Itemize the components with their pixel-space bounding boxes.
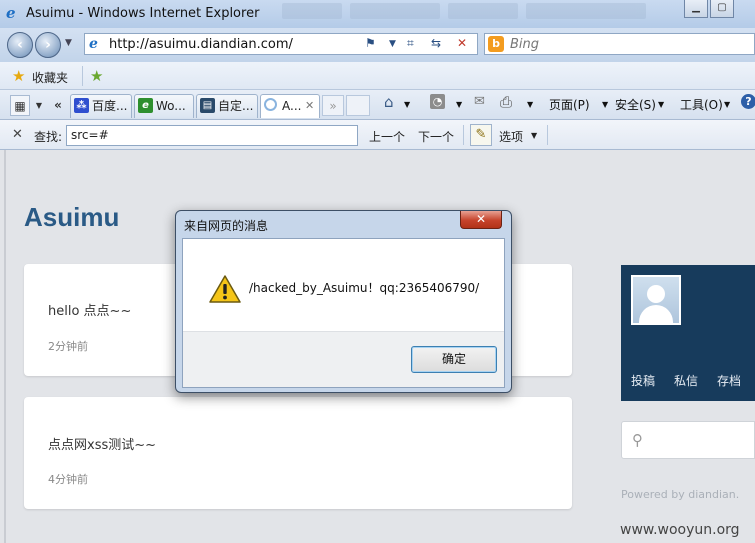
profile-panel: 投稿 私信 存档 [621, 265, 755, 401]
address-field[interactable]: e http://asuimu.diandian.com/ ⚑ ▼ ⌗ ⇆ ✕ [84, 33, 478, 55]
window-title-bar: e Asuimu - Windows Internet Explorer ▁ ▢ [0, 0, 755, 28]
quick-tabs-icon[interactable]: ▦ [10, 95, 30, 116]
minimize-icon[interactable]: ▁ [684, 0, 708, 18]
maximize-icon[interactable]: ▢ [710, 0, 734, 18]
tab-bar: ▦ ▼ « ⁂ 百度... e Wo... ▤ 自定... A... ✕ » ⌂… [0, 90, 755, 120]
tab-wo[interactable]: e Wo... [134, 94, 194, 118]
ok-button[interactable]: 确定 [411, 346, 497, 373]
favorites-label[interactable]: 收藏夹 [32, 69, 68, 86]
refresh-icon[interactable]: ⇆ [431, 36, 441, 50]
sidebar-search-input[interactable]: ⚲ [621, 421, 755, 459]
address-dropdown-icon[interactable]: ▼ [389, 39, 396, 49]
post-time[interactable]: 2分钟前 [48, 338, 88, 354]
close-tab-icon[interactable]: ✕ [305, 95, 314, 117]
alert-dialog: 来自网页的消息 ✕ /hacked_by_Asuimu！qq:236540679… [175, 210, 512, 393]
powered-by[interactable]: Powered by diandian. [621, 488, 739, 501]
history-dropdown-icon[interactable]: ▼ [65, 38, 72, 48]
new-tab-button[interactable] [346, 95, 370, 116]
find-next-button[interactable]: 下一个 [418, 128, 454, 145]
search-icon: ⚲ [632, 431, 643, 449]
avatar[interactable] [631, 275, 681, 325]
tools-menu[interactable]: 工具(O) [680, 96, 723, 113]
favorites-bar: ★ 收藏夹 ★ [0, 62, 755, 90]
dialog-footer: 确定 [183, 331, 504, 387]
close-find-icon[interactable]: ✕ [12, 127, 23, 142]
warning-icon [209, 275, 241, 303]
find-bar: ✕ 查找: src=# 上一个 下一个 ✎ 选项 ▼ [0, 120, 755, 150]
scroll-tabs-left-icon[interactable]: « [50, 95, 66, 116]
tab-label: 自定... [218, 99, 254, 113]
divider [463, 125, 464, 145]
rss-page-icon[interactable]: ⌗ [407, 36, 414, 51]
safety-menu[interactable]: 安全(S) [615, 96, 656, 113]
tab-label: Wo... [156, 99, 186, 113]
avatar-head [647, 285, 665, 303]
find-previous-button[interactable]: 上一个 [369, 128, 405, 145]
divider [82, 66, 83, 86]
page-dropdown-icon[interactable]: ▼ [602, 100, 608, 109]
tools-dropdown-icon[interactable]: ▼ [724, 100, 730, 109]
post-text[interactable]: hello 点点~~ [48, 300, 131, 319]
site-favicon-icon: e [89, 36, 98, 52]
post-card[interactable]: 点点网xss测试~~ 4分钟前 [24, 397, 572, 509]
baidu-icon: ⁂ [74, 98, 89, 113]
safety-dropdown-icon[interactable]: ▼ [658, 100, 664, 109]
mail-icon[interactable]: ✉ [474, 94, 485, 109]
message-link[interactable]: 私信 [674, 372, 698, 389]
tab-list-dropdown-icon[interactable]: ▼ [32, 95, 46, 116]
ie-logo-icon: e [6, 4, 16, 22]
window-title: Asuimu - Windows Internet Explorer [26, 6, 260, 21]
find-options-button[interactable]: 选项 [499, 128, 523, 145]
help-icon[interactable]: ? [741, 94, 755, 109]
bing-icon: b [488, 36, 504, 52]
favorites-star-icon[interactable]: ★ [12, 67, 25, 85]
tab-label: A... [282, 99, 302, 113]
scroll-tabs-right-icon[interactable]: » [322, 95, 344, 116]
loading-icon [264, 98, 277, 111]
search-field[interactable]: b Bing [484, 33, 755, 55]
background-window-ghost [282, 3, 682, 23]
feeds-icon[interactable]: ◔ [430, 94, 445, 109]
home-icon[interactable]: ⌂ [384, 93, 394, 111]
address-toolbar: ‹ › ▼ e http://asuimu.diandian.com/ ⚑ ▼ … [0, 28, 755, 62]
search-placeholder[interactable]: Bing [510, 37, 539, 52]
blog-title[interactable]: Asuimu [24, 202, 119, 233]
archive-link[interactable]: 存档 [717, 372, 741, 389]
options-dropdown-icon[interactable]: ▼ [531, 131, 537, 140]
avatar-body [639, 305, 673, 323]
watermark: www.wooyun.org [620, 522, 740, 538]
feeds-dropdown-icon[interactable]: ▼ [456, 100, 462, 109]
add-favorite-icon[interactable]: ★ [90, 67, 103, 85]
submit-link[interactable]: 投稿 [631, 372, 655, 389]
post-text[interactable]: 点点网xss测试~~ [48, 434, 156, 453]
dialog-message: /hacked_by_Asuimu！qq:2365406790/ [249, 281, 480, 295]
close-icon[interactable]: ✕ [460, 211, 502, 229]
page-edge [4, 150, 6, 543]
home-dropdown-icon[interactable]: ▼ [404, 100, 410, 109]
page-icon: ▤ [200, 98, 215, 113]
forward-button[interactable]: › [35, 32, 61, 58]
print-dropdown-icon[interactable]: ▼ [527, 100, 533, 109]
highlight-icon[interactable]: ✎ [470, 124, 492, 146]
stop-icon[interactable]: ✕ [457, 36, 467, 50]
ie-icon: e [138, 98, 153, 113]
tab-baidu[interactable]: ⁂ 百度... [70, 94, 132, 118]
find-label: 查找: [34, 130, 63, 144]
find-input[interactable]: src=# [66, 125, 358, 146]
dialog-body: /hacked_by_Asuimu！qq:2365406790/ 确定 [182, 238, 505, 388]
print-icon[interactable]: ⎙ [500, 93, 512, 111]
tab-custom[interactable]: ▤ 自定... [196, 94, 258, 118]
back-button[interactable]: ‹ [7, 32, 33, 58]
dialog-title: 来自网页的消息 [184, 219, 269, 233]
page-menu[interactable]: 页面(P) [549, 96, 590, 113]
tab-label: 百度... [92, 99, 128, 113]
post-time[interactable]: 4分钟前 [48, 471, 88, 487]
compatibility-view-icon[interactable]: ⚑ [365, 36, 376, 50]
tab-asuimu[interactable]: A... ✕ [260, 94, 320, 118]
url-text[interactable]: http://asuimu.diandian.com/ [109, 37, 293, 52]
divider [547, 125, 548, 145]
